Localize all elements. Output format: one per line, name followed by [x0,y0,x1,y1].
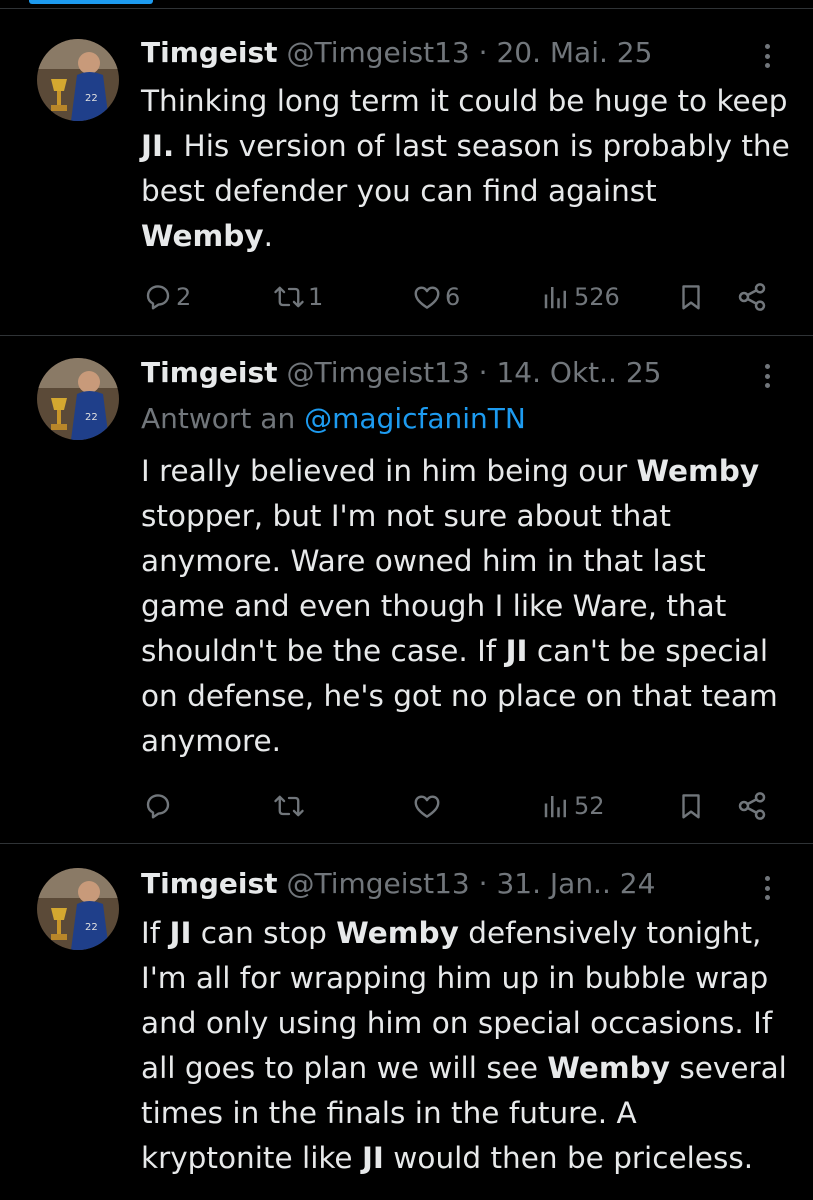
reply-bubble-icon [146,794,170,819]
text-segment: . [263,219,273,253]
user-handle[interactable]: @Timgeist13 [286,867,469,900]
reply-bubble-icon [146,285,170,310]
tweet-date[interactable]: 14. Okt.. 25 [496,356,661,389]
text-bold: JI [169,916,192,950]
display-name[interactable]: Timgeist [141,36,278,69]
user-handle[interactable]: @Timgeist13 [286,356,469,389]
tweet-date[interactable]: 20. Mai. 25 [496,36,652,69]
reply-context: Antwort an @magicfaninTN [141,402,526,436]
bookmark-icon [682,794,700,819]
tweet-header: Timgeist @Timgeist13 · 31. Jan.. 24 [141,867,743,901]
reply-button[interactable]: 2 [143,277,191,317]
tweet[interactable]: 22 Timgeist @Timgeist13 · 31. Jan.. 24 I… [0,844,813,1200]
repost-icon [274,795,304,817]
repost-count: 1 [308,283,324,311]
tweet[interactable]: 22 Timgeist @Timgeist13 · 14. Okt.. 25 A… [0,336,813,844]
avatar[interactable]: 22 [37,868,119,950]
user-handle[interactable]: @Timgeist13 [286,36,469,69]
text-segment: I really believed in him being our [141,454,637,488]
text-segment: can stop [191,916,337,950]
heart-icon [414,286,440,309]
reply-count: 2 [176,283,192,311]
more-vertical-icon[interactable] [757,873,777,903]
text-segment: would then be priceless. [383,1141,754,1175]
text-segment: His version of last season is probably t… [141,129,790,208]
views-button[interactable]: 52 [541,786,605,826]
svg-text:22: 22 [85,922,98,933]
more-vertical-icon[interactable] [757,361,777,391]
separator: · [478,867,488,900]
tweet-header: Timgeist @Timgeist13 · 20. Mai. 25 [141,36,743,70]
text-segment: Thinking long term it could be huge to k… [141,84,788,118]
avatar[interactable]: 22 [37,358,119,440]
share-icon [738,792,766,820]
text-bold: Wemby [336,916,459,950]
display-name[interactable]: Timgeist [141,867,278,900]
reply-mention-link[interactable]: @magicfaninTN [304,402,526,435]
text-bold: JI [361,1141,384,1175]
separator: · [478,36,488,69]
more-vertical-icon[interactable] [757,41,777,71]
tab-indicator [29,0,153,4]
text-bold: Wemby [547,1051,670,1085]
heart-icon [414,795,440,818]
text-bold: Wemby [141,219,264,253]
tweet-date[interactable]: 31. Jan.. 24 [496,867,655,900]
svg-text:22: 22 [85,412,98,423]
views-bars-icon [544,287,566,309]
text-bold: Wemby [636,454,760,488]
like-button[interactable]: 6 [412,277,460,317]
text-segment: If [141,916,170,950]
display-name[interactable]: Timgeist [141,356,278,389]
share-button[interactable] [736,277,768,317]
bookmark-button[interactable] [676,277,706,317]
share-button[interactable] [736,786,768,826]
repost-icon [274,286,304,308]
tweet-text: Thinking long term it could be huge to k… [141,79,791,259]
text-bold: JI. [141,129,175,163]
share-icon [738,283,766,311]
views-bars-icon [544,796,566,818]
tweet-text: If JI can stop Wemby defensively tonight… [141,911,791,1181]
views-count: 52 [574,792,605,820]
text-bold: JI [505,634,528,668]
action-bar: 52 [0,786,813,826]
like-count: 6 [445,283,461,311]
views-count: 526 [574,283,620,311]
repost-button[interactable]: 1 [273,277,323,317]
action-bar: 2 1 6 526 [0,277,813,317]
bookmark-button[interactable] [676,786,706,826]
avatar[interactable]: 22 [37,39,119,121]
svg-text:22: 22 [85,93,98,104]
bookmark-icon [682,285,700,310]
repost-button[interactable] [273,786,308,826]
separator: · [478,356,488,389]
tweet[interactable]: 22 Timgeist @Timgeist13 · 20. Mai. 25 Th… [0,9,813,336]
reply-button[interactable] [143,786,176,826]
tweet-text: I really believed in him being our Wemby… [141,449,791,764]
views-button[interactable]: 526 [541,277,620,317]
reply-prefix: Antwort an [141,402,296,435]
like-button[interactable] [412,786,445,826]
tweet-header: Timgeist @Timgeist13 · 14. Okt.. 25 [141,356,743,390]
